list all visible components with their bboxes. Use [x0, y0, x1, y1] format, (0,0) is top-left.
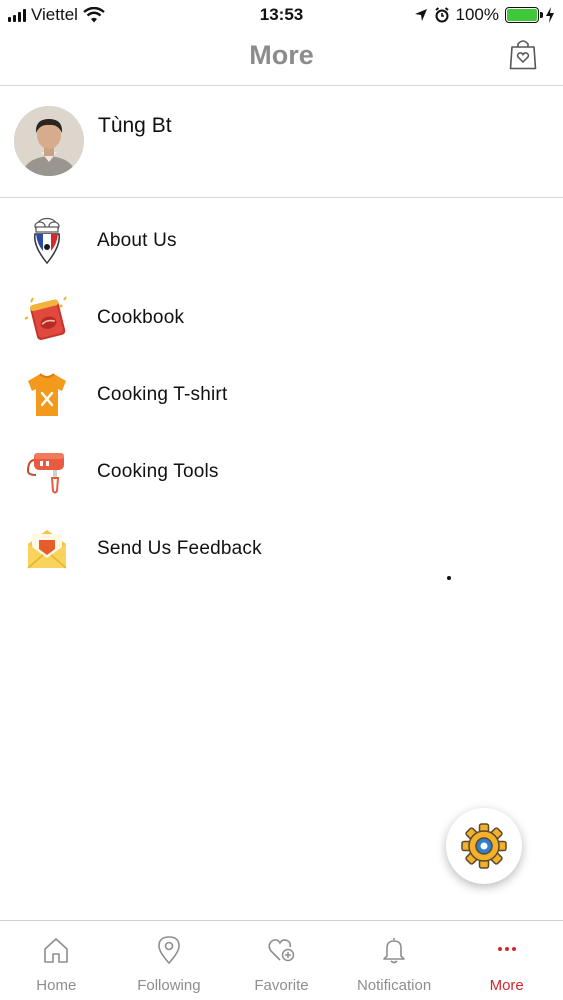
alarm-icon — [434, 7, 449, 23]
tab-home[interactable]: Home — [0, 921, 113, 1000]
tab-label: Favorite — [254, 977, 309, 994]
location-arrow-icon — [414, 9, 427, 21]
menu-item-cooking-t-shirt[interactable]: Cooking T-shirt — [0, 356, 563, 433]
more-menu-list: About Us Cookbook Cooking T-shirt Cookin… — [0, 202, 563, 587]
location-pin-icon — [158, 936, 180, 965]
more-dots-icon — [497, 947, 516, 951]
bell-icon — [383, 938, 405, 964]
settings-fab-button[interactable] — [446, 808, 522, 884]
tab-more[interactable]: More — [450, 921, 563, 1000]
tab-favorite[interactable]: Favorite — [225, 921, 338, 1000]
tab-label: Notification — [356, 977, 432, 994]
profile-name: Tùng Bt — [98, 114, 172, 137]
envelope-icon — [27, 530, 67, 569]
menu-item-label: About Us — [97, 229, 177, 251]
tab-notification[interactable]: Notification — [338, 921, 451, 1000]
menu-item-label: Cooking Tools — [97, 460, 219, 482]
gear-icon — [461, 823, 507, 869]
hand-mixer-icon — [26, 453, 64, 494]
battery-percent: 100% — [455, 5, 499, 24]
battery-icon — [505, 7, 543, 23]
menu-item-label: Send Us Feedback — [97, 537, 262, 559]
status-bar: Viettel 13:53 100% — [0, 0, 563, 30]
tab-label: Home — [36, 977, 77, 994]
stray-dot — [447, 576, 451, 580]
menu-item-send-us-feedback[interactable]: Send Us Feedback — [0, 510, 563, 587]
chef-location-pin-icon — [34, 217, 60, 265]
nav-header: More — [0, 30, 563, 86]
menu-item-cookbook[interactable]: Cookbook — [0, 279, 563, 356]
tab-label: Following — [137, 977, 201, 994]
tab-following[interactable]: Following — [113, 921, 226, 1000]
bottom-tab-bar: Home Following Favorite Notification Mor… — [0, 920, 563, 1000]
page-title: More — [249, 40, 314, 70]
home-icon — [44, 938, 69, 963]
status-right: 100% — [414, 5, 555, 25]
tab-label: More — [489, 977, 524, 994]
profile-section[interactable]: Tùng Bt — [0, 86, 563, 198]
avatar[interactable] — [14, 106, 84, 176]
t-shirt-icon — [28, 373, 66, 416]
charging-bolt-icon — [546, 7, 554, 23]
menu-item-about-us[interactable]: About Us — [0, 202, 563, 279]
shopping-bag-icon[interactable] — [509, 38, 537, 70]
menu-item-label: Cooking T-shirt — [97, 383, 228, 405]
cookbook-icon — [24, 296, 67, 340]
heart-plus-icon — [268, 939, 295, 962]
menu-item-label: Cookbook — [97, 306, 185, 328]
menu-item-cooking-tools[interactable]: Cooking Tools — [0, 433, 563, 510]
